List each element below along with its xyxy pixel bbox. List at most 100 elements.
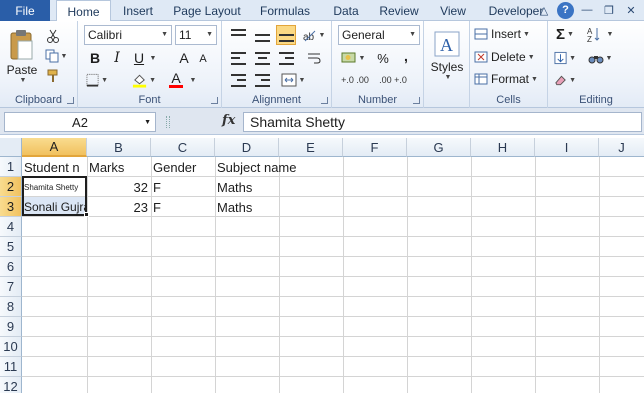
font-launcher-icon[interactable] — [211, 97, 218, 104]
merge-center-button[interactable]: ▼ — [278, 71, 308, 89]
formula-bar-resize-handle[interactable] — [166, 116, 170, 128]
row-header-10[interactable]: 10 — [0, 337, 22, 357]
delete-cells-button[interactable]: Delete ▼ — [474, 48, 544, 66]
tab-insert[interactable]: Insert — [116, 0, 160, 21]
fill-handle[interactable] — [84, 212, 89, 217]
row-header-5[interactable]: 5 — [0, 237, 22, 257]
row-header-9[interactable]: 9 — [0, 317, 22, 337]
row-header-11[interactable]: 11 — [0, 357, 22, 377]
wrap-text-button[interactable] — [304, 49, 324, 67]
cell-d3[interactable]: Maths — [215, 197, 279, 217]
minimize-ribbon-icon[interactable]: △ — [535, 1, 553, 19]
row-header-2[interactable]: 2 — [0, 177, 22, 197]
number-format-select[interactable]: General ▼ — [338, 25, 420, 45]
comma-style-button[interactable]: , — [398, 47, 414, 65]
tab-file[interactable]: File — [0, 0, 50, 21]
fill-color-button[interactable]: ▼ — [132, 71, 156, 89]
font-name-select[interactable]: Calibri ▼ — [84, 25, 172, 45]
cell-a1[interactable]: Student n — [22, 157, 87, 177]
alignment-launcher-icon[interactable] — [321, 97, 328, 104]
cell-c1[interactable]: Gender — [151, 157, 215, 177]
decrease-decimal-button[interactable]: .00 +.0 — [376, 71, 410, 89]
select-all-corner[interactable] — [0, 138, 22, 157]
gridline — [22, 356, 644, 357]
row-header-8[interactable]: 8 — [0, 297, 22, 317]
number-format-value: General — [342, 28, 385, 42]
clear-button[interactable]: ▼ — [554, 71, 576, 89]
tab-data[interactable]: Data — [326, 0, 366, 21]
column-header-g[interactable]: G — [407, 138, 471, 157]
align-left-button[interactable] — [228, 49, 248, 67]
fill-button[interactable]: ▼ — [554, 49, 576, 67]
font-color-button[interactable]: A — [164, 71, 188, 89]
number-launcher-icon[interactable] — [413, 97, 420, 104]
styles-button[interactable]: A Styles ▼ — [428, 23, 466, 87]
autosum-button[interactable]: Σ ▼ — [554, 25, 576, 43]
paste-button[interactable]: Paste ▼ — [4, 25, 40, 87]
cell-d1[interactable]: Subject name — [215, 157, 343, 177]
sort-filter-button[interactable]: AZ ▼ — [586, 25, 614, 43]
column-header-f[interactable]: F — [343, 138, 407, 157]
column-header-e[interactable]: E — [279, 138, 343, 157]
align-center-button[interactable] — [252, 49, 272, 67]
cell-c2[interactable]: F — [151, 177, 215, 197]
format-painter-button[interactable] — [44, 67, 62, 85]
align-right-button[interactable] — [276, 49, 296, 67]
tab-review[interactable]: Review — [376, 0, 422, 21]
cell-c3[interactable]: F — [151, 197, 215, 217]
row-header-4[interactable]: 4 — [0, 217, 22, 237]
italic-button[interactable]: I — [108, 49, 126, 67]
tab-formulas[interactable]: Formulas — [254, 0, 316, 21]
name-box[interactable]: A2 ▼ — [4, 112, 156, 132]
cell-b2[interactable]: 32 — [87, 177, 151, 197]
tab-view[interactable]: View — [432, 0, 474, 21]
window-minimize-icon[interactable]: — — [578, 1, 596, 19]
row-header-7[interactable]: 7 — [0, 277, 22, 297]
font-size-select[interactable]: 11 ▼ — [175, 25, 217, 45]
cut-button[interactable] — [44, 27, 62, 45]
column-header-b[interactable]: B — [87, 138, 151, 157]
column-header-a[interactable]: A — [22, 138, 87, 157]
accounting-format-button[interactable]: ▼ — [340, 49, 366, 67]
cell-b1[interactable]: Marks — [87, 157, 151, 177]
cell-d2[interactable]: Maths — [215, 177, 279, 197]
window-restore-icon[interactable]: ❐ — [600, 1, 618, 19]
worksheet-grid[interactable]: A B C D E F G H I J 1 2 3 4 5 6 7 8 9 10… — [0, 138, 644, 393]
orientation-button[interactable]: ab ▼ — [302, 25, 326, 45]
formula-input[interactable]: Shamita Shetty — [243, 112, 642, 132]
font-color-dropdown-icon[interactable]: ▼ — [188, 73, 197, 87]
bold-button[interactable]: B — [86, 49, 104, 67]
column-header-j[interactable]: J — [599, 138, 644, 157]
borders-button[interactable]: ▼ — [86, 71, 108, 89]
percent-style-button[interactable]: % — [374, 49, 392, 67]
column-header-c[interactable]: C — [151, 138, 215, 157]
increase-decimal-button[interactable]: +.0 .00 — [340, 71, 370, 89]
row-header-1[interactable]: 1 — [0, 157, 22, 177]
increase-indent-button[interactable] — [252, 71, 272, 89]
cell-b3[interactable]: 23 — [87, 197, 151, 217]
find-select-button[interactable]: ▼ — [586, 49, 614, 67]
column-header-h[interactable]: H — [471, 138, 535, 157]
insert-function-button[interactable]: fx — [222, 113, 235, 128]
bottom-align-button[interactable] — [276, 25, 296, 45]
row-header-6[interactable]: 6 — [0, 257, 22, 277]
decrease-indent-button[interactable] — [228, 71, 248, 89]
middle-align-button[interactable] — [252, 25, 272, 45]
column-header-d[interactable]: D — [215, 138, 279, 157]
top-align-button[interactable] — [228, 25, 248, 45]
tab-page-layout[interactable]: Page Layout — [170, 0, 244, 21]
row-header-3[interactable]: 3 — [0, 197, 22, 217]
shrink-font-button[interactable]: A — [196, 51, 210, 67]
row-header-12[interactable]: 12 — [0, 377, 22, 393]
underline-button[interactable]: U — [130, 49, 148, 67]
help-icon[interactable]: ? — [557, 1, 574, 19]
column-header-i[interactable]: I — [535, 138, 599, 157]
window-close-icon[interactable]: ✕ — [622, 1, 640, 19]
grow-font-button[interactable]: A — [176, 49, 192, 67]
clipboard-launcher-icon[interactable] — [67, 97, 74, 104]
copy-button[interactable]: ▼ — [44, 47, 68, 65]
tab-home[interactable]: Home — [56, 0, 111, 22]
insert-cells-button[interactable]: Insert ▼ — [474, 25, 544, 43]
underline-dropdown-icon[interactable]: ▼ — [148, 51, 157, 65]
format-cells-button[interactable]: Format ▼ — [474, 70, 546, 88]
